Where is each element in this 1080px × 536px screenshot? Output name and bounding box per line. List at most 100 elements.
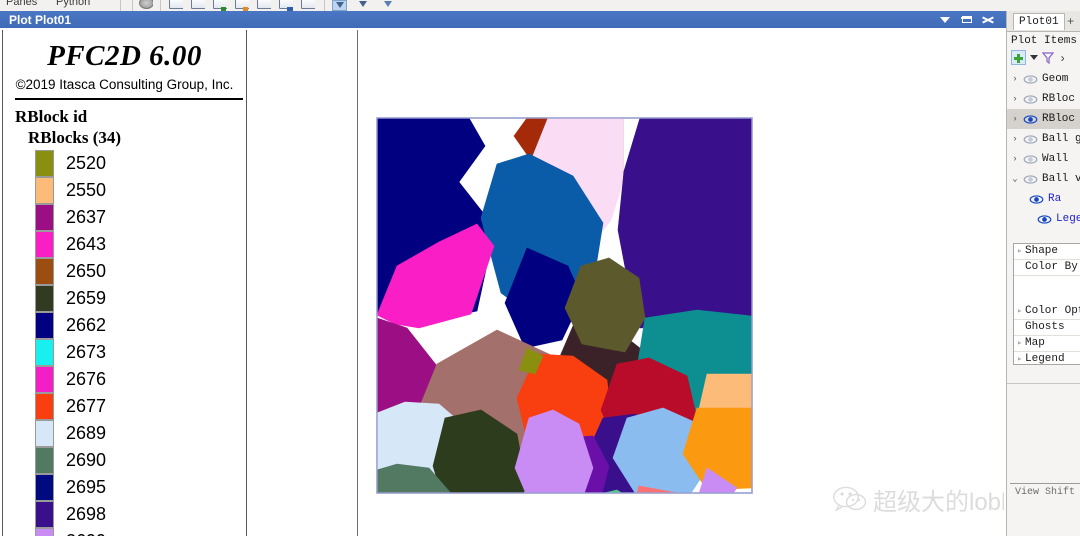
property-row[interactable]: Ghosts [1014, 320, 1080, 336]
legend-row: 2637 [35, 204, 245, 231]
tab-add-button[interactable]: + [1067, 15, 1074, 29]
legend-item-label: 2690 [66, 450, 107, 470]
legend-color-swatch [35, 393, 54, 420]
legend-color-swatch [35, 447, 54, 474]
filter-icon[interactable] [1042, 52, 1054, 64]
toolbar-separator-3 [160, 0, 161, 11]
legend-color-swatch [35, 366, 54, 393]
toolbar-separator-4 [324, 0, 325, 11]
tree-item-label: Ra [1048, 193, 1062, 205]
visibility-eye-icon[interactable] [1023, 75, 1038, 84]
toolbar-separator-2 [132, 0, 133, 11]
dropdown-caret-icon[interactable] [1030, 55, 1038, 60]
legend-row: 2673 [35, 339, 245, 366]
tree-item[interactable]: Leger [1007, 209, 1080, 229]
tree-item[interactable]: › Ball g [1007, 129, 1080, 149]
legend-item-label: 2676 [66, 369, 107, 389]
menu-python[interactable]: Python [56, 0, 90, 8]
pointer-pan-icon[interactable] [356, 0, 371, 11]
tree-item-label: Leger [1056, 213, 1080, 225]
legend-color-swatch [35, 231, 54, 258]
window-plain-icon[interactable] [256, 0, 271, 11]
legend-item-label: 2698 [66, 504, 107, 524]
view-shift-label: View Shift [1015, 487, 1076, 498]
property-expander-icon[interactable]: ▹ [1015, 304, 1024, 319]
legend-row: 2689 [35, 420, 245, 447]
property-row[interactable]: ▹ Color Opt [1014, 304, 1080, 320]
restore-icon[interactable] [958, 11, 976, 28]
tree-item[interactable]: › Geom [1007, 69, 1080, 89]
plot-legend-panel: PFC2D 6.00 ©2019 Itasca Consulting Group… [2, 30, 247, 536]
visibility-eye-icon[interactable] [1023, 175, 1038, 184]
rblock-voronoi-plot[interactable] [376, 117, 753, 494]
plot-items-dock: Plot01 + Plot Items › › Geom › RBloc › RBloc ›… [1006, 11, 1080, 536]
visibility-eye-icon[interactable] [1023, 115, 1038, 124]
watermark-text: 超级大的lobby [873, 489, 1004, 516]
visibility-eye-icon[interactable] [1023, 155, 1038, 164]
plot-window-body: PFC2D 6.00 ©2019 Itasca Consulting Group… [0, 28, 1006, 536]
tree-item[interactable]: › Wall [1007, 149, 1080, 169]
visibility-eye-icon[interactable] [1029, 195, 1044, 204]
plot-items-tree: › Geom › RBloc › RBloc › Ball g › Wall ⌄ Ball v Ra Le… [1007, 69, 1080, 229]
legend-item-label: 2659 [66, 288, 107, 308]
window-image-icon[interactable] [300, 0, 315, 11]
legend-divider [15, 98, 243, 100]
copyright-text: ©2019 Itasca Consulting Group, Inc. [15, 77, 234, 92]
property-row[interactable] [1014, 276, 1080, 304]
property-expander-icon[interactable]: ▹ [1015, 244, 1024, 259]
tree-item[interactable]: Ra [1007, 189, 1080, 209]
window-save-icon[interactable] [212, 0, 227, 11]
pointer-select-icon[interactable] [332, 0, 347, 11]
property-row[interactable]: ▹ Map [1014, 336, 1080, 352]
chevron-down-icon[interactable] [936, 11, 954, 28]
window-export-icon[interactable] [278, 0, 293, 11]
window-split-icon[interactable] [190, 0, 205, 11]
legend-item-label: 2520 [66, 153, 107, 173]
pane-circle-icon[interactable] [138, 0, 153, 11]
property-label: Color Opt [1025, 305, 1080, 317]
dock-horizontal-rule [1007, 383, 1080, 384]
legend-color-swatch [35, 528, 54, 536]
property-row[interactable]: ▹ Shape [1014, 244, 1080, 260]
tree-item[interactable]: › RBloc [1007, 89, 1080, 109]
property-row[interactable]: ▹ Legend [1014, 352, 1080, 365]
legend-row: 2676 [35, 366, 245, 393]
tree-item[interactable]: › RBloc [1007, 109, 1080, 129]
product-logo: PFC2D 6.00 [47, 40, 202, 72]
pointer-rotate-icon[interactable] [380, 0, 395, 11]
property-label: Legend [1025, 353, 1065, 365]
legend-item-label: 2643 [66, 234, 107, 254]
visibility-eye-icon[interactable] [1023, 135, 1038, 144]
visibility-eye-icon[interactable] [1037, 215, 1052, 224]
property-expander-icon[interactable]: ▹ [1015, 336, 1024, 351]
chevron-right-icon[interactable]: › [1059, 52, 1066, 66]
tree-item-label: Wall [1042, 153, 1069, 165]
tree-item-label: RBloc [1042, 113, 1076, 125]
plot-canvas-area[interactable]: 超级大的lobby [247, 30, 1004, 536]
tree-expander-icon[interactable]: › [1010, 109, 1020, 129]
legend-color-swatch [35, 258, 54, 285]
legend-row: 2695 [35, 474, 245, 501]
tree-expander-icon[interactable]: › [1010, 129, 1020, 149]
property-row[interactable]: Color By [1014, 260, 1080, 276]
tree-item-label: Geom [1042, 73, 1069, 85]
tab-plot01[interactable]: Plot01 [1013, 13, 1065, 30]
legend-heading: RBlock id [15, 107, 88, 126]
legend-swatch-list: 2520 2550 2637 2643 2650 2659 2662 2673 2676 2677… [35, 150, 245, 536]
close-icon[interactable] [979, 11, 997, 28]
legend-row: 2659 [35, 285, 245, 312]
tree-item[interactable]: ⌄ Ball v [1007, 169, 1080, 189]
tree-expander-icon[interactable]: ⌄ [1010, 169, 1020, 189]
tree-expander-icon[interactable]: › [1010, 89, 1020, 109]
tree-expander-icon[interactable]: › [1010, 69, 1020, 89]
plot-window-title: Plot Plot01 [9, 13, 72, 27]
property-expander-icon[interactable]: ▹ [1015, 352, 1024, 364]
visibility-eye-icon[interactable] [1023, 95, 1038, 104]
pfc2d-application-window: Panes Python Plot Plot01 PFC2D 6.00 ©201… [0, 0, 1080, 536]
legend-color-swatch [35, 150, 54, 177]
window-icon[interactable] [168, 0, 183, 11]
add-item-icon[interactable] [1011, 50, 1026, 65]
menu-panes[interactable]: Panes [6, 0, 37, 8]
tree-expander-icon[interactable]: › [1010, 149, 1020, 169]
window-dots-icon[interactable] [234, 0, 249, 11]
